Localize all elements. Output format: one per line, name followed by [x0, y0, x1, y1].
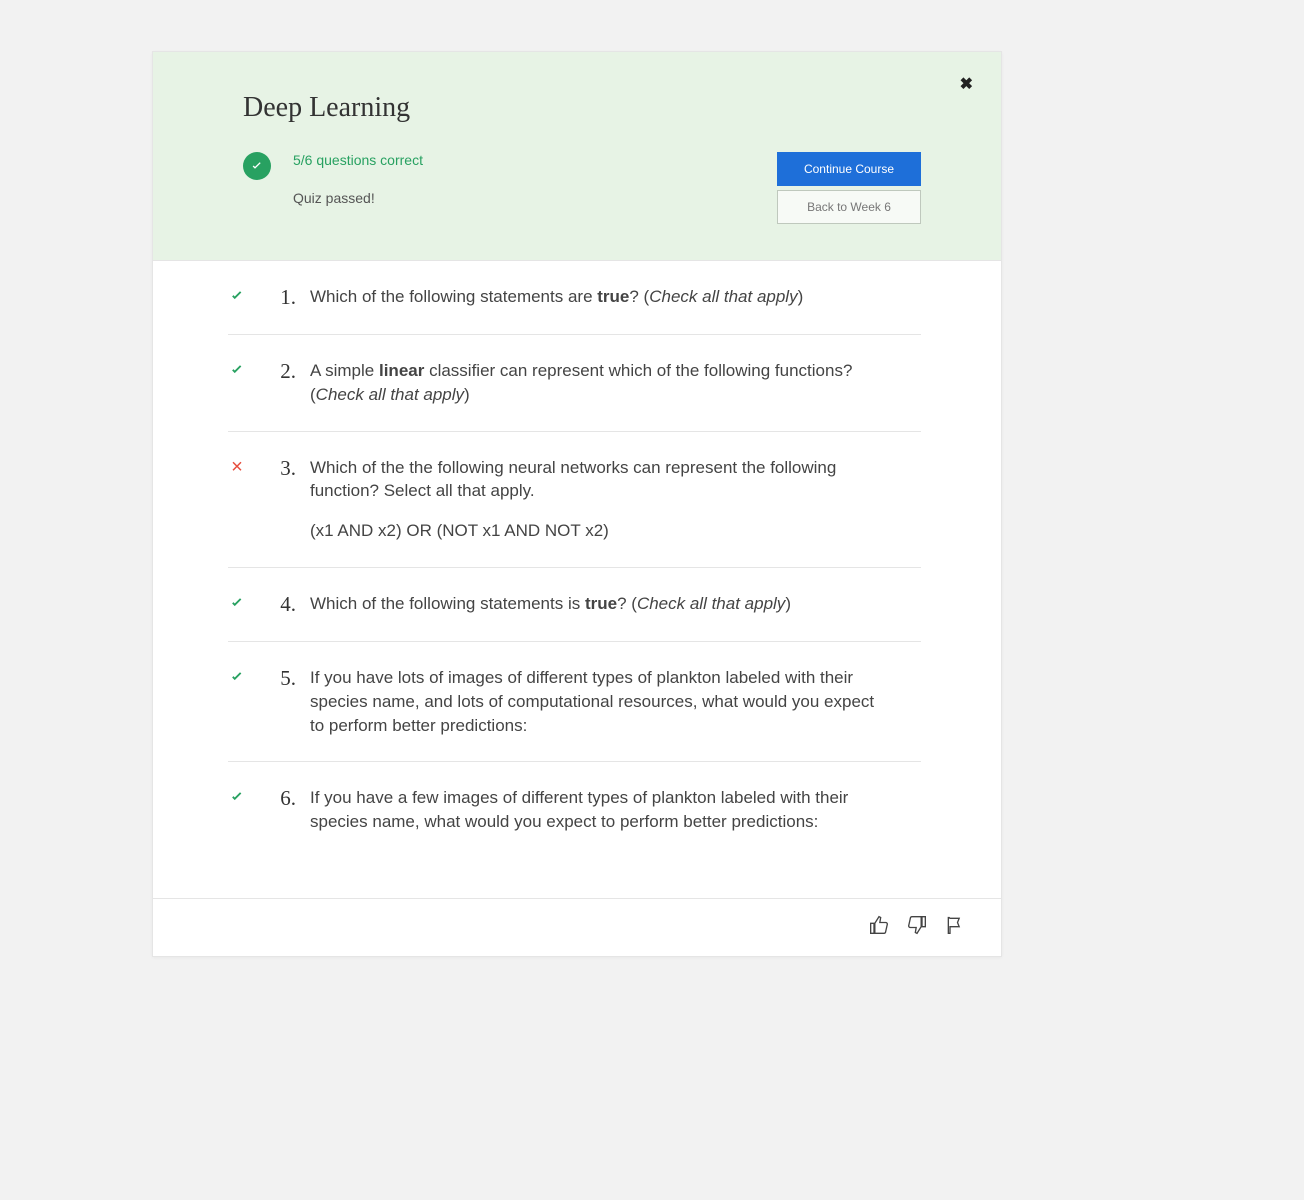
- question-number: 3.: [258, 456, 310, 543]
- question-number: 6.: [258, 786, 310, 834]
- check-circle-icon: [243, 152, 271, 180]
- question-text: Which of the the following neural networ…: [310, 456, 921, 543]
- question-row[interactable]: 1.Which of the following statements are …: [228, 261, 921, 335]
- feedback-footer: [153, 898, 1001, 956]
- question-row[interactable]: 3.Which of the the following neural netw…: [228, 432, 921, 568]
- question-row[interactable]: 4.Which of the following statements is t…: [228, 568, 921, 642]
- thumbs-up-icon[interactable]: [869, 915, 889, 940]
- check-icon: [228, 666, 258, 737]
- question-number: 5.: [258, 666, 310, 737]
- question-row[interactable]: 5.If you have lots of images of differen…: [228, 642, 921, 762]
- check-icon: [228, 592, 258, 617]
- question-number: 2.: [258, 359, 310, 407]
- question-number: 1.: [258, 285, 310, 310]
- quiz-title: Deep Learning: [243, 92, 921, 124]
- check-icon: [228, 786, 258, 834]
- question-text: If you have lots of images of different …: [310, 666, 921, 737]
- continue-course-button[interactable]: Continue Course: [777, 152, 921, 186]
- question-text: A simple linear classifier can represent…: [310, 359, 921, 407]
- results-header: ✖ Deep Learning 5/6 questions correct Qu…: [153, 52, 1001, 261]
- flag-icon[interactable]: [945, 915, 965, 940]
- back-to-week-button[interactable]: Back to Week 6: [777, 190, 921, 224]
- question-text: If you have a few images of different ty…: [310, 786, 921, 834]
- question-text: Which of the following statements are tr…: [310, 285, 921, 310]
- question-row[interactable]: 2.A simple linear classifier can represe…: [228, 335, 921, 432]
- cross-icon: [228, 456, 258, 543]
- questions-list: 1.Which of the following statements are …: [153, 261, 1001, 858]
- question-text: Which of the following statements is tru…: [310, 592, 921, 617]
- thumbs-down-icon[interactable]: [907, 915, 927, 940]
- passed-text: Quiz passed!: [293, 190, 423, 206]
- quiz-results-card: ✖ Deep Learning 5/6 questions correct Qu…: [152, 51, 1002, 957]
- question-row[interactable]: 6.If you have a few images of different …: [228, 762, 921, 858]
- check-icon: [228, 359, 258, 407]
- check-icon: [228, 285, 258, 310]
- question-number: 4.: [258, 592, 310, 617]
- close-icon[interactable]: ✖: [960, 74, 973, 94]
- score-text: 5/6 questions correct: [293, 152, 423, 168]
